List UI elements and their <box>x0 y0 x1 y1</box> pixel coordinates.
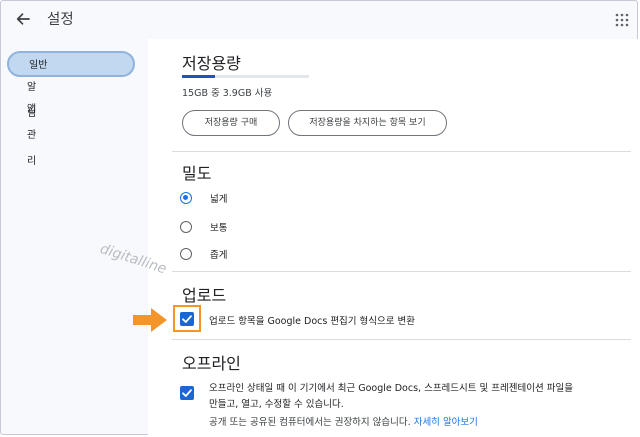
settings-content: 저장용량 15GB 중 3.9GB 사용 저장용량 구매 저장용량을 차지하는 … <box>148 39 639 436</box>
radio-button[interactable] <box>180 192 192 204</box>
learn-more-link[interactable]: 자세히 알아보기 <box>414 417 478 428</box>
checkmark-icon <box>182 315 192 323</box>
top-bar: 설정 <box>1 1 639 37</box>
offline-checkbox[interactable] <box>180 386 194 400</box>
view-storage-items-button[interactable]: 저장용량을 차지하는 항목 보기 <box>288 110 447 136</box>
sidebar: 일반 알림 앱 관리 <box>1 39 141 436</box>
storage-usage-text: 15GB 중 3.9GB 사용 <box>182 88 273 99</box>
radio-button[interactable] <box>180 221 192 233</box>
sidebar-item-label: 앱 관리 <box>27 104 37 167</box>
offline-description-line1: 오프라인 상태일 때 이 기기에서 최근 Google Docs, 스프레드시트… <box>209 383 573 394</box>
radio-button[interactable] <box>180 248 192 260</box>
grid-dots-icon[interactable] <box>615 12 629 27</box>
settings-window: 설정 일반 알림 앱 관리 저장용량 15GB 중 3.9GB 사용 저장용량 … <box>0 0 639 436</box>
radio-label: 보통 <box>210 223 228 234</box>
section-divider <box>172 339 631 340</box>
radio-label: 넓게 <box>210 194 228 205</box>
arrow-left-icon[interactable] <box>13 9 33 29</box>
page-title: 설정 <box>47 12 74 28</box>
offline-note: 공개 또는 공유된 컴퓨터에서는 권장하지 않습니다. 자세히 알아보기 <box>209 414 478 428</box>
section-divider <box>172 151 631 152</box>
sidebar-item-general[interactable]: 일반 <box>7 51 135 77</box>
offline-section-title: 오프라인 <box>182 354 241 373</box>
upload-section-title: 업로드 <box>182 286 227 305</box>
storage-section-title: 저장용량 <box>182 54 241 73</box>
convert-uploads-label: 업로드 항목을 Google Docs 편집기 형식으로 변환 <box>209 316 416 327</box>
offline-description-line2: 만들고, 열고, 수정할 수 있습니다. <box>209 399 344 410</box>
section-divider <box>172 271 631 272</box>
density-section-title: 밀도 <box>182 164 212 183</box>
storage-usage-fill <box>182 75 216 78</box>
checkmark-icon <box>182 389 192 397</box>
offline-note-text: 공개 또는 공유된 컴퓨터에서는 권장하지 않습니다. <box>209 417 411 428</box>
convert-uploads-checkbox[interactable] <box>180 312 194 326</box>
buy-storage-button[interactable]: 저장용량 구매 <box>182 110 280 136</box>
orange-arrow-icon <box>131 307 169 333</box>
storage-usage-bar <box>182 75 309 78</box>
radio-label: 좁게 <box>210 250 228 261</box>
